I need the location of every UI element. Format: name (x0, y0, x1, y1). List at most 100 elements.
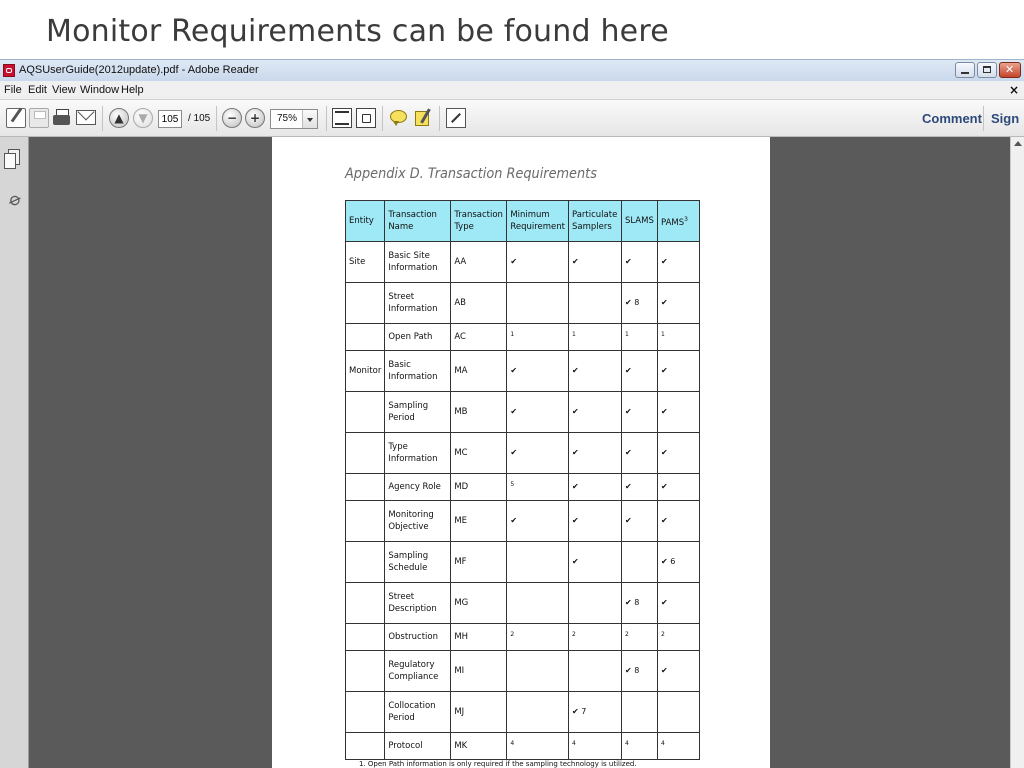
transaction-type-cell: MK (450, 732, 508, 760)
attachment-paperclip-icon[interactable]: ⌀ (2, 186, 28, 214)
table-header-row: Entity Transaction Name Transaction Type… (344, 200, 700, 242)
particulate-samplers-cell (567, 582, 622, 624)
create-pdf-icon[interactable] (6, 108, 26, 128)
pams-cell: ✔ (656, 650, 700, 692)
pams-cell: ✔ (656, 500, 700, 542)
slams-cell: ✔ 8 (620, 650, 658, 692)
zoom-in-button[interactable]: + (245, 108, 265, 128)
vertical-scrollbar[interactable] (1010, 137, 1024, 768)
previous-page-button[interactable]: ▲ (109, 108, 129, 128)
document-area: ⌀ Appendix D. Transaction Requirements E… (0, 137, 1024, 768)
particulate-samplers-cell: ✔ 7 (567, 691, 622, 733)
menu-view[interactable]: View (52, 84, 76, 96)
minimum-requirement-cell: ✔ (506, 241, 569, 283)
particulate-samplers-cell (567, 282, 622, 324)
comment-button[interactable]: Comment (922, 111, 982, 126)
highlight-text-icon[interactable] (413, 108, 433, 128)
chevron-down-icon[interactable] (302, 110, 317, 128)
maximize-button[interactable] (977, 62, 997, 78)
print-icon[interactable] (52, 108, 72, 128)
minimum-requirement-cell: ✔ (506, 432, 569, 474)
slams-cell (620, 691, 658, 733)
pams-cell: ✔ 6 (656, 541, 700, 583)
menu-edit[interactable]: Edit (28, 84, 47, 96)
transaction-name-cell: Regulatory Compliance (384, 650, 452, 692)
window-title: AQSUserGuide(2012update).pdf - Adobe Rea… (19, 64, 259, 76)
transaction-type-cell: AB (450, 282, 508, 324)
slams-cell: ✔ (620, 432, 658, 474)
email-icon[interactable] (76, 110, 96, 125)
fit-width-icon[interactable] (356, 108, 376, 128)
page-thumbnails-icon[interactable] (4, 149, 20, 169)
column-header: Minimum Requirement (506, 200, 569, 242)
navigation-pane: ⌀ (0, 137, 29, 768)
zoom-value: 75% (277, 113, 298, 124)
save-icon[interactable] (29, 108, 49, 128)
table-row: Street Description MG ✔ 8 ✔ (344, 582, 700, 624)
scroll-up-arrow-icon[interactable] (1014, 141, 1022, 146)
next-page-button[interactable]: ▼ (133, 108, 153, 128)
sticky-note-icon[interactable] (389, 108, 409, 128)
minimum-requirement-cell: 4 (506, 732, 569, 760)
transaction-name-cell: Collocation Period (384, 691, 452, 733)
table-row: Sampling Period MB ✔ ✔ ✔ ✔ (344, 391, 700, 433)
transaction-type-cell: AC (450, 323, 508, 351)
full-screen-icon[interactable] (446, 108, 466, 128)
transaction-name-cell: Open Path (384, 323, 452, 351)
sign-button[interactable]: Sign (991, 111, 1019, 126)
pams-cell: 2 (656, 623, 700, 651)
particulate-samplers-cell: ✔ (567, 350, 622, 392)
page-total: / 105 (188, 113, 211, 124)
pams-cell: 4 (656, 732, 700, 760)
footnote-marker: 3 (684, 215, 688, 223)
particulate-samplers-cell: ✔ (567, 473, 622, 501)
entity-cell: Site (344, 241, 386, 283)
menu-file[interactable]: File (4, 84, 22, 96)
transaction-type-cell: MG (450, 582, 508, 624)
pams-cell: ✔ (656, 473, 700, 501)
transaction-type-cell: MD (450, 473, 508, 501)
minimum-requirement-cell (506, 282, 569, 324)
table-row: Protocol MK 4 4 4 4 (344, 732, 700, 760)
entity-cell (344, 500, 386, 542)
particulate-samplers-cell (567, 650, 622, 692)
minimum-requirement-cell: 1 (506, 323, 569, 351)
entity-cell (344, 473, 386, 501)
minimum-requirement-cell: ✔ (506, 350, 569, 392)
entity-cell (344, 391, 386, 433)
table-row: Type Information MC ✔ ✔ ✔ ✔ (344, 432, 700, 474)
menu-window[interactable]: Window (80, 84, 119, 96)
entity-cell (344, 282, 386, 324)
entity-cell (344, 650, 386, 692)
slams-cell: ✔ (620, 500, 658, 542)
close-document-icon[interactable]: × (1009, 83, 1019, 97)
slide-title: Monitor Requirements can be found here (46, 14, 669, 49)
column-header: Entity (344, 200, 386, 242)
entity-cell (344, 323, 386, 351)
close-button[interactable] (999, 62, 1021, 78)
entity-cell: Monitor (344, 350, 386, 392)
toolbar-divider (439, 106, 440, 131)
minimize-button[interactable] (955, 62, 975, 78)
transaction-name-cell: Sampling Period (384, 391, 452, 433)
fit-page-icon[interactable] (332, 108, 352, 128)
arrow-down-icon: ▼ (138, 111, 148, 125)
adobe-reader-window: AQSUserGuide(2012update).pdf - Adobe Rea… (0, 59, 1024, 768)
zoom-out-button[interactable]: − (222, 108, 242, 128)
transaction-name-cell: Street Information (384, 282, 452, 324)
particulate-samplers-cell: 2 (567, 623, 622, 651)
slams-cell: 1 (620, 323, 658, 351)
table-row: Sampling Schedule MF ✔ ✔ 6 (344, 541, 700, 583)
menu-help[interactable]: Help (121, 84, 144, 96)
transaction-name-cell: Street Description (384, 582, 452, 624)
slams-cell: ✔ (620, 473, 658, 501)
pams-label: PAMS (660, 217, 685, 228)
page-number-input[interactable] (158, 110, 182, 128)
minimum-requirement-cell (506, 582, 569, 624)
slams-cell: ✔ (620, 391, 658, 433)
arrow-up-icon: ▲ (114, 111, 124, 125)
zoom-dropdown[interactable]: 75% (270, 109, 318, 129)
toolbar: ▲ ▼ / 105 − + 75% Comment Sign (0, 100, 1024, 137)
transaction-name-cell: Protocol (384, 732, 452, 760)
entity-cell (344, 732, 386, 760)
